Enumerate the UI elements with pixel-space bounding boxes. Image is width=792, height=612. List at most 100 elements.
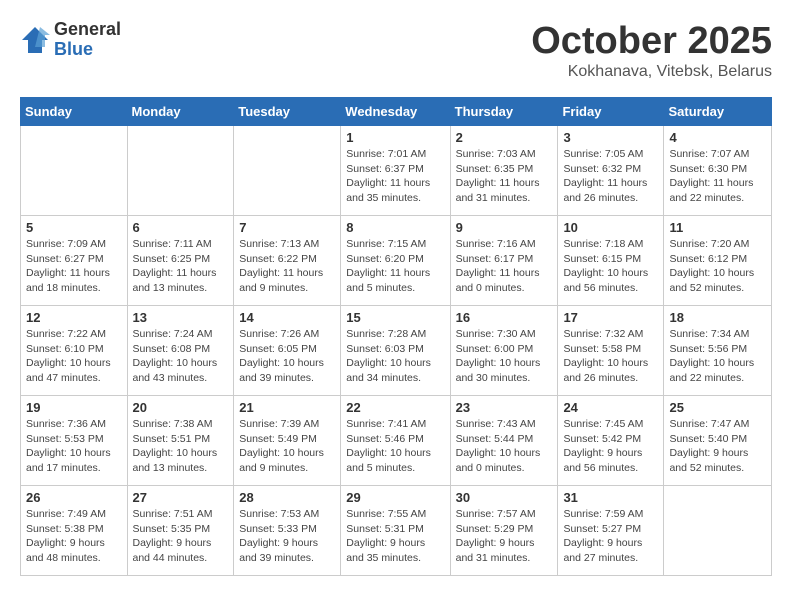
calendar-cell: 18 Sunrise: 7:34 AM Sunset: 5:56 PM Dayli… bbox=[664, 306, 772, 396]
day-number: 18 bbox=[669, 310, 766, 325]
day-of-week-header: Saturday bbox=[664, 98, 772, 126]
day-info: Sunrise: 7:20 AM Sunset: 6:12 PM Dayligh… bbox=[669, 237, 766, 296]
day-number: 11 bbox=[669, 220, 766, 235]
day-number: 17 bbox=[563, 310, 658, 325]
calendar-header-row: SundayMondayTuesdayWednesdayThursdayFrid… bbox=[21, 98, 772, 126]
calendar-cell: 22Sunrise: 7:41 AM Sunset: 5:46 PM Dayli… bbox=[341, 396, 450, 486]
day-number: 23 bbox=[456, 400, 553, 415]
calendar-cell: 2 Sunrise: 7:03 AM Sunset: 6:35 PM Daylig… bbox=[450, 126, 558, 216]
page-header: General Blue October 2025 Kokhanava, Vit… bbox=[20, 20, 772, 81]
day-number: 16 bbox=[456, 310, 553, 325]
day-number: 21 bbox=[239, 400, 335, 415]
day-info: Sunrise: 7:30 AM Sunset: 6:00 PM Dayligh… bbox=[456, 327, 553, 386]
calendar-cell: 27 Sunrise: 7:51 AM Sunset: 5:35 PM Dayli… bbox=[127, 486, 234, 576]
day-number: 15 bbox=[346, 310, 444, 325]
logo-icon bbox=[20, 25, 50, 55]
day-number: 26 bbox=[26, 490, 122, 505]
day-of-week-header: Sunday bbox=[21, 98, 128, 126]
day-number: 1 bbox=[346, 130, 444, 145]
day-info: Sunrise: 7:59 AM Sunset: 5:27 PM Dayligh… bbox=[563, 507, 658, 566]
calendar-cell: 1Sunrise: 7:01 AM Sunset: 6:37 PM Daylig… bbox=[341, 126, 450, 216]
calendar-cell: 8 Sunrise: 7:15 AM Sunset: 6:20 PM Daylig… bbox=[341, 216, 450, 306]
day-number: 28 bbox=[239, 490, 335, 505]
day-info: Sunrise: 7:13 AM Sunset: 6:22 PM Dayligh… bbox=[239, 237, 335, 296]
day-info: Sunrise: 7:15 AM Sunset: 6:20 PM Dayligh… bbox=[346, 237, 444, 296]
day-info: Sunrise: 7:47 AM Sunset: 5:40 PM Dayligh… bbox=[669, 417, 766, 476]
calendar-cell: 14 Sunrise: 7:26 AM Sunset: 6:05 PM Dayli… bbox=[234, 306, 341, 396]
calendar-cell: 9 Sunrise: 7:16 AM Sunset: 6:17 PM Daylig… bbox=[450, 216, 558, 306]
calendar-week-row: 1Sunrise: 7:01 AM Sunset: 6:37 PM Daylig… bbox=[21, 126, 772, 216]
day-info: Sunrise: 7:28 AM Sunset: 6:03 PM Dayligh… bbox=[346, 327, 444, 386]
day-info: Sunrise: 7:34 AM Sunset: 5:56 PM Dayligh… bbox=[669, 327, 766, 386]
day-info: Sunrise: 7:03 AM Sunset: 6:35 PM Dayligh… bbox=[456, 147, 553, 206]
calendar-cell: 28 Sunrise: 7:53 AM Sunset: 5:33 PM Dayli… bbox=[234, 486, 341, 576]
day-info: Sunrise: 7:05 AM Sunset: 6:32 PM Dayligh… bbox=[563, 147, 658, 206]
day-of-week-header: Monday bbox=[127, 98, 234, 126]
day-info: Sunrise: 7:57 AM Sunset: 5:29 PM Dayligh… bbox=[456, 507, 553, 566]
day-info: Sunrise: 7:26 AM Sunset: 6:05 PM Dayligh… bbox=[239, 327, 335, 386]
day-number: 14 bbox=[239, 310, 335, 325]
day-info: Sunrise: 7:18 AM Sunset: 6:15 PM Dayligh… bbox=[563, 237, 658, 296]
calendar-cell: 31 Sunrise: 7:59 AM Sunset: 5:27 PM Dayli… bbox=[558, 486, 664, 576]
day-number: 4 bbox=[669, 130, 766, 145]
calendar-cell: 10 Sunrise: 7:18 AM Sunset: 6:15 PM Dayli… bbox=[558, 216, 664, 306]
calendar-cell: 5 Sunrise: 7:09 AM Sunset: 6:27 PM Daylig… bbox=[21, 216, 128, 306]
day-info: Sunrise: 7:38 AM Sunset: 5:51 PM Dayligh… bbox=[133, 417, 229, 476]
day-info: Sunrise: 7:11 AM Sunset: 6:25 PM Dayligh… bbox=[133, 237, 229, 296]
calendar-cell: 16 Sunrise: 7:30 AM Sunset: 6:00 PM Dayli… bbox=[450, 306, 558, 396]
logo: General Blue bbox=[20, 20, 121, 60]
day-number: 12 bbox=[26, 310, 122, 325]
calendar-cell bbox=[127, 126, 234, 216]
calendar-cell: 4 Sunrise: 7:07 AM Sunset: 6:30 PM Daylig… bbox=[664, 126, 772, 216]
day-of-week-header: Friday bbox=[558, 98, 664, 126]
day-info: Sunrise: 7:39 AM Sunset: 5:49 PM Dayligh… bbox=[239, 417, 335, 476]
calendar-cell bbox=[664, 486, 772, 576]
day-number: 13 bbox=[133, 310, 229, 325]
calendar-cell: 25Sunrise: 7:47 AM Sunset: 5:40 PM Dayli… bbox=[664, 396, 772, 486]
day-info: Sunrise: 7:07 AM Sunset: 6:30 PM Dayligh… bbox=[669, 147, 766, 206]
calendar-cell bbox=[234, 126, 341, 216]
calendar-cell: 20 Sunrise: 7:38 AM Sunset: 5:51 PM Dayli… bbox=[127, 396, 234, 486]
calendar-cell: 29Sunrise: 7:55 AM Sunset: 5:31 PM Dayli… bbox=[341, 486, 450, 576]
logo-blue-text: Blue bbox=[54, 40, 121, 60]
day-number: 2 bbox=[456, 130, 553, 145]
day-number: 6 bbox=[133, 220, 229, 235]
logo-general-text: General bbox=[54, 20, 121, 40]
day-of-week-header: Thursday bbox=[450, 98, 558, 126]
location-subtitle: Kokhanava, Vitebsk, Belarus bbox=[531, 63, 772, 81]
day-number: 3 bbox=[563, 130, 658, 145]
day-info: Sunrise: 7:45 AM Sunset: 5:42 PM Dayligh… bbox=[563, 417, 658, 476]
day-of-week-header: Wednesday bbox=[341, 98, 450, 126]
day-number: 10 bbox=[563, 220, 658, 235]
calendar-cell: 3 Sunrise: 7:05 AM Sunset: 6:32 PM Daylig… bbox=[558, 126, 664, 216]
day-number: 19 bbox=[26, 400, 122, 415]
calendar-table: SundayMondayTuesdayWednesdayThursdayFrid… bbox=[20, 97, 772, 576]
day-info: Sunrise: 7:51 AM Sunset: 5:35 PM Dayligh… bbox=[133, 507, 229, 566]
day-info: Sunrise: 7:16 AM Sunset: 6:17 PM Dayligh… bbox=[456, 237, 553, 296]
calendar-cell: 17 Sunrise: 7:32 AM Sunset: 5:58 PM Dayli… bbox=[558, 306, 664, 396]
calendar-week-row: 5 Sunrise: 7:09 AM Sunset: 6:27 PM Daylig… bbox=[21, 216, 772, 306]
day-info: Sunrise: 7:09 AM Sunset: 6:27 PM Dayligh… bbox=[26, 237, 122, 296]
day-number: 31 bbox=[563, 490, 658, 505]
calendar-cell: 12 Sunrise: 7:22 AM Sunset: 6:10 PM Dayli… bbox=[21, 306, 128, 396]
calendar-week-row: 12 Sunrise: 7:22 AM Sunset: 6:10 PM Dayli… bbox=[21, 306, 772, 396]
day-number: 27 bbox=[133, 490, 229, 505]
day-of-week-header: Tuesday bbox=[234, 98, 341, 126]
day-number: 9 bbox=[456, 220, 553, 235]
day-number: 8 bbox=[346, 220, 444, 235]
month-title: October 2025 bbox=[531, 20, 772, 63]
day-info: Sunrise: 7:22 AM Sunset: 6:10 PM Dayligh… bbox=[26, 327, 122, 386]
day-number: 20 bbox=[133, 400, 229, 415]
calendar-cell: 13Sunrise: 7:24 AM Sunset: 6:08 PM Dayli… bbox=[127, 306, 234, 396]
day-number: 24 bbox=[563, 400, 658, 415]
day-number: 5 bbox=[26, 220, 122, 235]
calendar-cell: 24 Sunrise: 7:45 AM Sunset: 5:42 PM Dayli… bbox=[558, 396, 664, 486]
calendar-cell: 7Sunrise: 7:13 AM Sunset: 6:22 PM Daylig… bbox=[234, 216, 341, 306]
day-info: Sunrise: 7:32 AM Sunset: 5:58 PM Dayligh… bbox=[563, 327, 658, 386]
day-info: Sunrise: 7:36 AM Sunset: 5:53 PM Dayligh… bbox=[26, 417, 122, 476]
day-info: Sunrise: 7:55 AM Sunset: 5:31 PM Dayligh… bbox=[346, 507, 444, 566]
day-info: Sunrise: 7:53 AM Sunset: 5:33 PM Dayligh… bbox=[239, 507, 335, 566]
calendar-cell: 21 Sunrise: 7:39 AM Sunset: 5:49 PM Dayli… bbox=[234, 396, 341, 486]
calendar-cell: 11 Sunrise: 7:20 AM Sunset: 6:12 PM Dayli… bbox=[664, 216, 772, 306]
title-block: October 2025 Kokhanava, Vitebsk, Belarus bbox=[531, 20, 772, 81]
